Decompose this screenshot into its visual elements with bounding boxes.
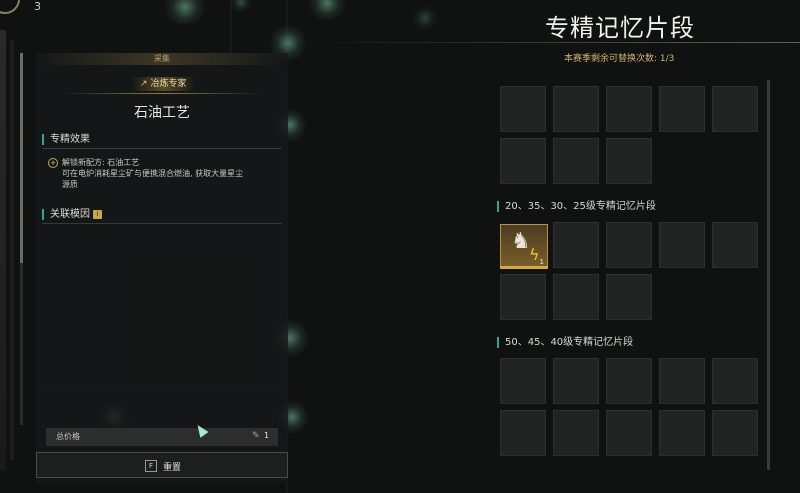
effect-description: 解锁新配方: 石油工艺 可在电炉消耗星尘矿与便携混合燃油, 获取大量星尘 源质 [62,157,282,190]
fragment-slot[interactable] [553,274,599,320]
fragment-slot[interactable] [659,222,705,268]
skill-title: 石油工艺 [134,105,190,121]
fragment-slot[interactable] [553,138,599,184]
item-rarity-bar [500,266,548,269]
group-label-50-45: 50、45、40级专精记忆片段 [497,337,633,348]
fragment-slot[interactable] [606,138,652,184]
effect-line-2: 可在电炉消耗星尘矿与便携混合燃油, 获取大量星尘 [62,169,244,178]
fragment-slot[interactable] [606,222,652,268]
role-tag: ↗ 冶炼专家 [132,77,195,91]
fragment-slot[interactable] [606,410,652,456]
gene-section-label: 关联模因 [50,209,90,220]
price-label: 总价格 [56,432,80,441]
fragment-slot[interactable] [553,358,599,404]
fragment-slot[interactable] [553,410,599,456]
fragment-slot[interactable] [606,358,652,404]
fragment-slot[interactable] [712,358,758,404]
fragment-slot[interactable] [712,86,758,132]
effect-section-title: 专精效果 [42,134,90,145]
wrench-icon: ↗ [140,79,148,89]
group-label-20-35: 20、35、30、25级专精记忆片段 [497,201,656,212]
role-label: 冶炼专家 [150,79,187,89]
effect-line-1: 解锁新配方: 石油工艺 [62,158,140,167]
title-divider [62,93,262,94]
title-divider [300,42,800,43]
robot-figure-icon: ♞ [511,229,531,254]
fragment-slot[interactable] [553,222,599,268]
total-price-bar: 总价格 ✎ 1 [46,428,278,446]
section-divider [42,148,282,149]
left-edge-decor [0,30,6,470]
fragment-slot[interactable] [712,222,758,268]
skill-detail-panel: 采集 ↗ 冶炼专家 石油工艺 专精效果 + 解锁新配方: 石油工艺 可在电炉消耗星… [36,53,288,483]
price-value: 1 [264,431,270,440]
reset-button[interactable]: F 重置 [36,452,288,478]
lightning-icon: ϟ [529,245,540,264]
info-icon[interactable]: i [93,210,102,219]
gene-section-title: 关联模因 i [42,209,102,220]
fragment-slot[interactable] [553,86,599,132]
left-scrollbar-thumb[interactable] [20,53,23,263]
reset-label: 重置 [163,463,182,473]
fragment-slot[interactable] [659,358,705,404]
fragment-slot[interactable] [500,358,546,404]
left-edge-decor-2 [10,40,14,460]
category-label: 采集 [36,53,288,65]
fragment-slot[interactable] [712,410,758,456]
swap-count-info: 本赛季剩余可替换次数: 1/3 [564,54,675,64]
effect-line-3: 源质 [62,180,78,189]
fragment-slot[interactable] [606,274,652,320]
item-count: 1 [539,258,544,266]
key-f-icon: F [145,460,157,472]
fragment-slot[interactable] [500,274,546,320]
fragment-slot[interactable] [659,86,705,132]
topbar-index: 3 [34,0,41,13]
gem-icon: ✎ [252,431,260,441]
page-title: 专精记忆片段 [545,14,695,42]
effect-plus-icon: + [48,158,58,168]
fragment-slot[interactable] [500,138,546,184]
fragment-item-slot[interactable]: ♞ ϟ 1 [500,224,548,268]
right-scrollbar[interactable] [767,80,770,470]
fragment-slot[interactable] [659,410,705,456]
section-divider [42,223,282,224]
fragment-slot[interactable] [500,86,546,132]
fragment-slot[interactable] [606,86,652,132]
fragment-slot[interactable] [500,410,546,456]
